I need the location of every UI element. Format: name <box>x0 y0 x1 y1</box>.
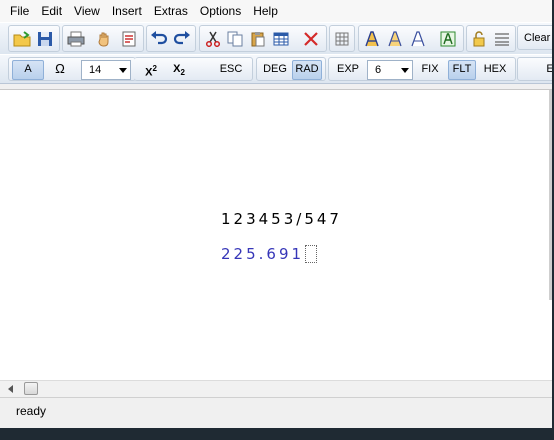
precision-select[interactable]: 6 <box>367 60 413 80</box>
subscript-button[interactable]: X2 <box>168 60 190 78</box>
copy-icon[interactable] <box>224 28 246 49</box>
paste-icon[interactable] <box>247 28 269 49</box>
status-text: ready <box>16 404 47 418</box>
menu-edit[interactable]: Edit <box>35 0 68 22</box>
font-size-value: 14 <box>89 64 102 76</box>
menu-help[interactable]: Help <box>247 0 284 22</box>
application-window: File Edit View Insert Extras Options Hel… <box>0 0 552 428</box>
result-row: 225.691 <box>221 243 318 265</box>
file-group <box>8 25 60 52</box>
extra-group: E <box>517 57 552 81</box>
esc-button[interactable]: ESC <box>216 60 246 78</box>
math-toolbar: A Ω 14 X2 X2 ESC DEG RAD EXP 6 FIX FLT H… <box>0 54 552 84</box>
undo-icon[interactable] <box>148 28 170 49</box>
save-icon[interactable] <box>34 28 56 49</box>
e-button[interactable]: E <box>544 60 552 78</box>
misc-group <box>466 25 516 52</box>
document-area[interactable]: 123453/547 225.691 <box>0 89 552 381</box>
print-group <box>62 25 144 52</box>
fix-button[interactable]: FIX <box>417 60 443 78</box>
font-a-icon[interactable] <box>407 28 429 49</box>
chevron-down-icon <box>119 68 127 73</box>
cut-icon[interactable] <box>202 28 224 49</box>
lock-icon[interactable] <box>468 28 490 49</box>
omega-button[interactable]: Ω <box>49 60 71 78</box>
menu-insert[interactable]: Insert <box>106 0 148 22</box>
expression-line: 123453/547 <box>221 210 342 228</box>
delete-x-icon[interactable] <box>300 28 322 49</box>
hex-button[interactable]: HEX <box>480 60 510 78</box>
font-settings-group: A Ω 14 <box>8 57 136 81</box>
vertical-scrollbar-edge[interactable] <box>549 90 552 300</box>
hand-icon[interactable] <box>93 28 115 49</box>
precision-value: 6 <box>375 64 382 76</box>
print-icon[interactable] <box>65 28 87 49</box>
font-group <box>358 25 464 52</box>
menu-file[interactable]: File <box>0 0 35 22</box>
font-a-icon[interactable] <box>384 28 406 49</box>
open-folder-icon[interactable] <box>11 28 33 49</box>
desktop-background <box>0 428 554 440</box>
scroll-left-icon[interactable] <box>8 385 13 393</box>
main-toolbar: Clear <box>0 22 552 55</box>
lines-icon[interactable] <box>491 28 513 49</box>
document-properties-icon[interactable] <box>118 28 140 49</box>
history-group <box>146 25 196 52</box>
font-a-box-icon[interactable] <box>437 28 459 49</box>
table-icon[interactable] <box>270 28 292 49</box>
scrollbar-thumb[interactable] <box>24 382 38 395</box>
flt-button[interactable]: FLT <box>448 60 476 80</box>
exp-button[interactable]: EXP <box>333 60 363 78</box>
menu-extras[interactable]: Extras <box>148 0 194 22</box>
menu-view[interactable]: View <box>68 0 106 22</box>
font-a-button[interactable]: A <box>12 60 44 80</box>
font-a-icon[interactable] <box>361 28 383 49</box>
deg-button[interactable]: DEG <box>260 60 290 78</box>
rad-button[interactable]: RAD <box>292 60 322 80</box>
chevron-down-icon <box>401 68 409 73</box>
clipboard-group <box>199 25 327 52</box>
input-cursor-placeholder[interactable] <box>305 245 318 263</box>
menu-options[interactable]: Options <box>194 0 247 22</box>
clear-button[interactable]: Clear <box>517 25 552 50</box>
grid-group <box>329 25 355 52</box>
result-value: 225.691 <box>221 245 305 263</box>
status-bar: ready <box>0 397 552 425</box>
menu-bar: File Edit View Insert Extras Options Hel… <box>0 0 552 22</box>
angle-group: DEG RAD <box>256 57 326 81</box>
number-format-group: EXP 6 FIX FLT HEX <box>328 57 516 81</box>
superscript-button[interactable]: X2 <box>140 60 162 79</box>
font-size-select[interactable]: 14 <box>81 60 131 80</box>
grid-icon[interactable] <box>331 28 353 49</box>
script-group: X2 X2 ESC <box>134 57 253 81</box>
redo-icon[interactable] <box>171 28 193 49</box>
horizontal-scrollbar[interactable] <box>0 380 552 397</box>
